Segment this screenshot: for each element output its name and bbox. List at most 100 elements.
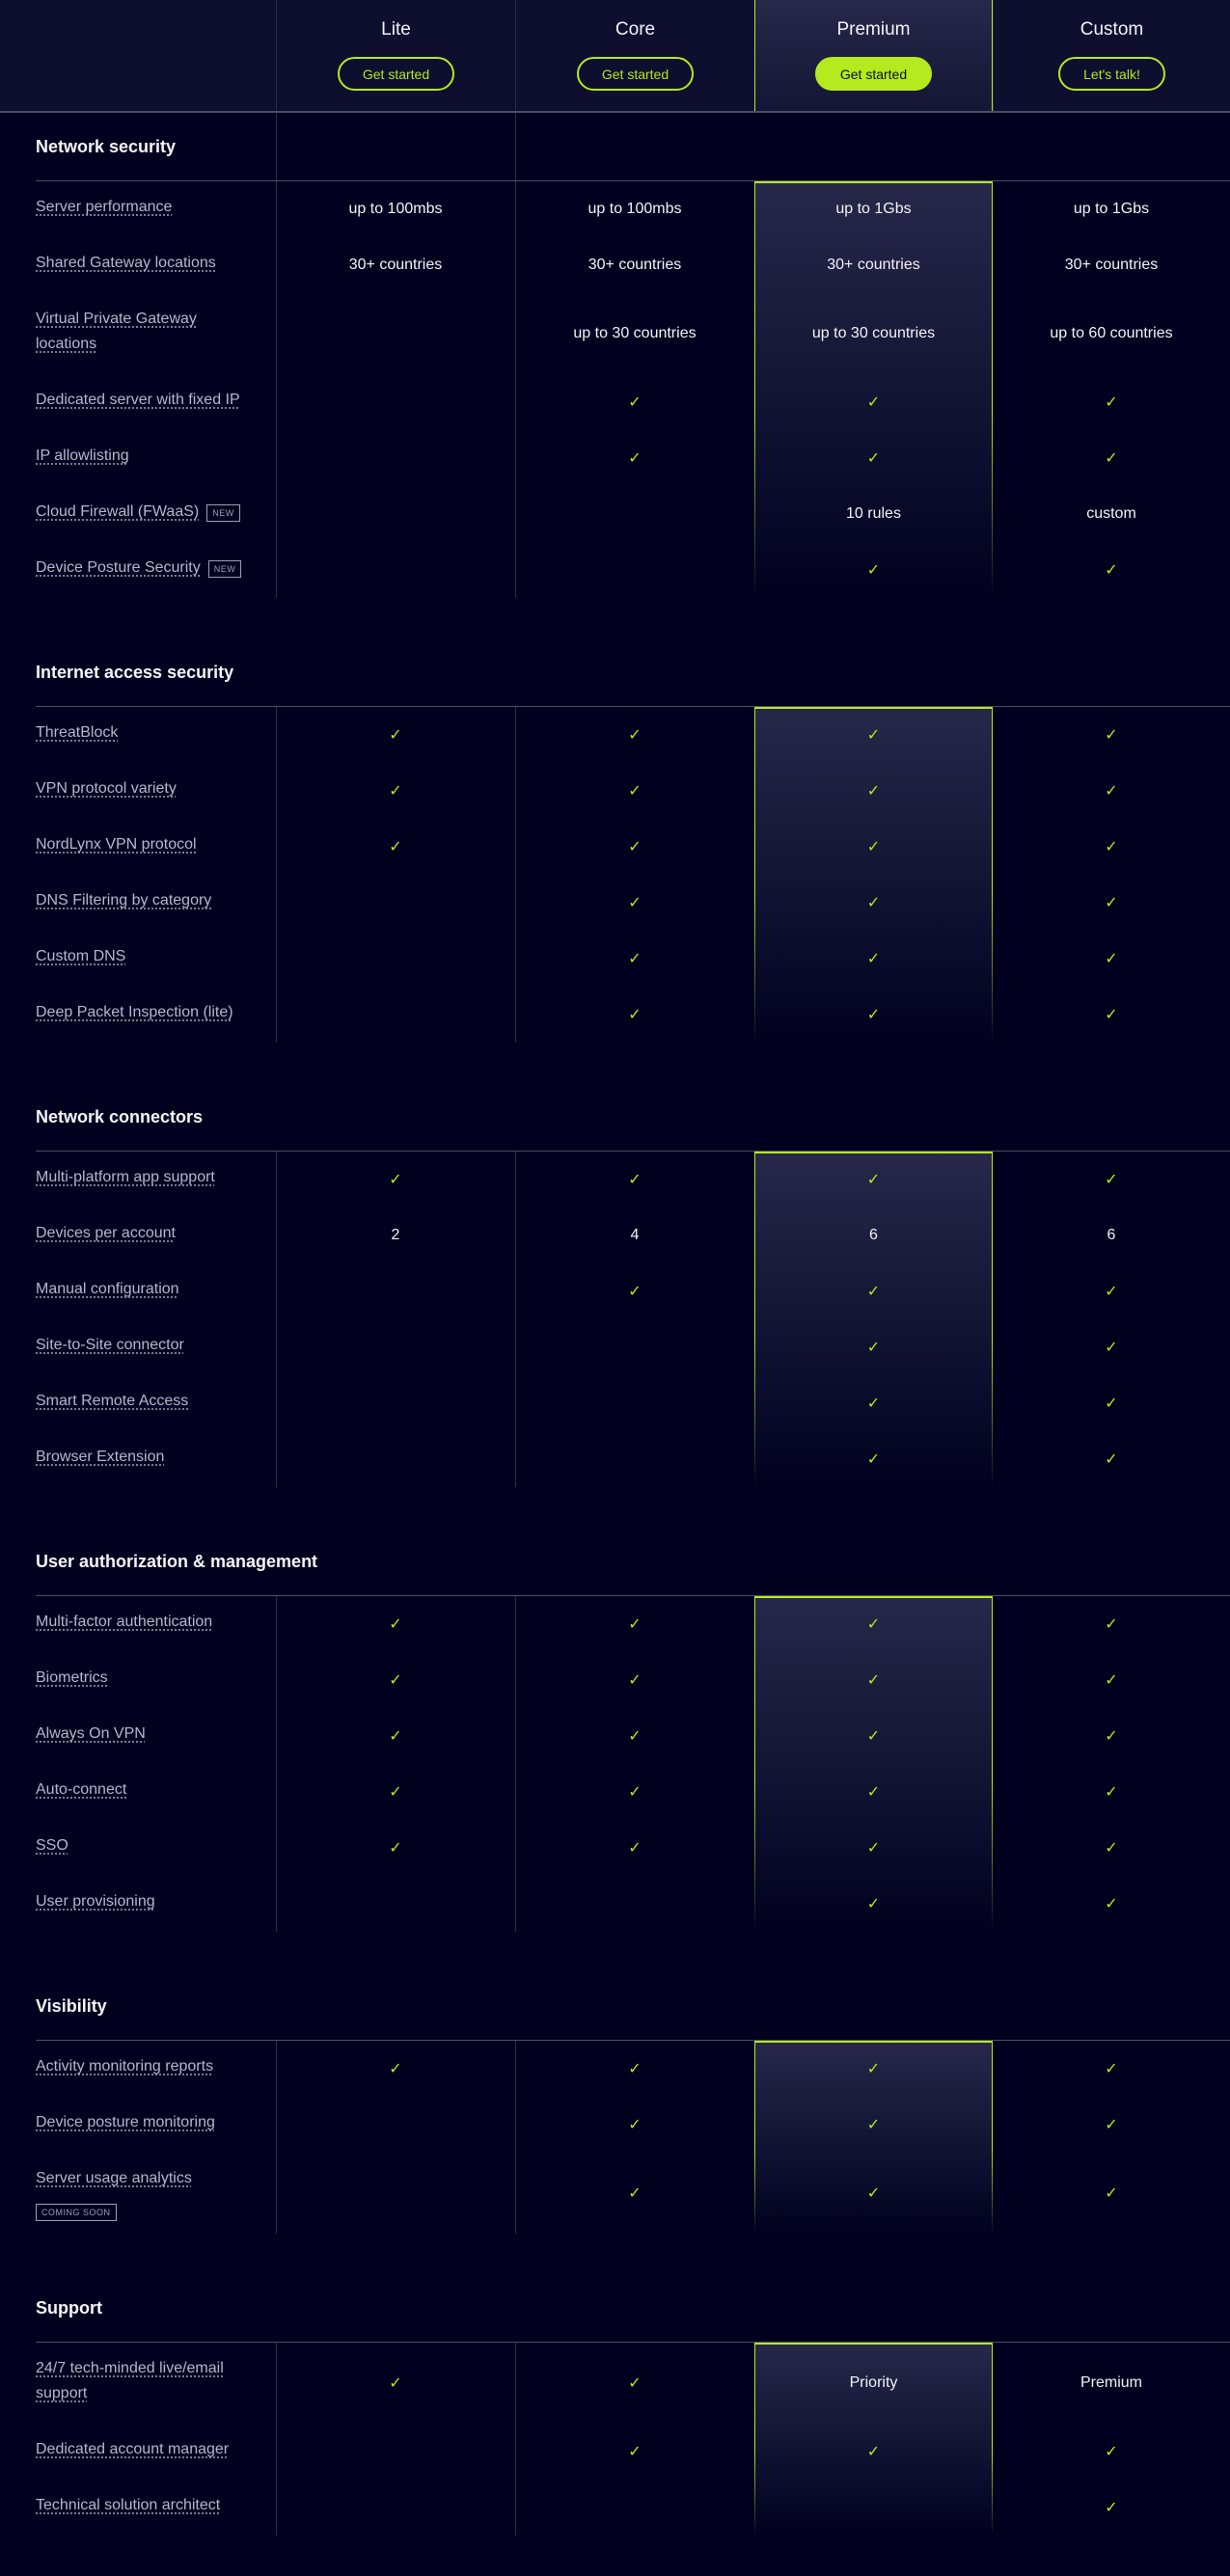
feature-label-devices-per-account[interactable]: Devices per account (36, 1221, 176, 1246)
value-cell-lite (276, 2097, 515, 2153)
value-cell-custom: ✓ (993, 2153, 1230, 2234)
value-text: 2 (391, 1227, 400, 1243)
feature-label-activity-monitoring-reports[interactable]: Activity monitoring reports (36, 2054, 213, 2079)
feature-cell: User provisioning (0, 1876, 276, 1932)
feature-label-always-on-vpn[interactable]: Always On VPN (36, 1722, 146, 1747)
feature-label-device-posture-monitoring[interactable]: Device posture monitoring (36, 2110, 215, 2135)
table-row: Always On VPN ✓ ✓ ✓ ✓ (0, 1708, 1230, 1764)
feature-label-dns-filtering-by-category[interactable]: DNS Filtering by category (36, 888, 211, 913)
value-cell-core: ✓ (515, 875, 754, 931)
table-row: Server performance up to 100mbs up to 100m… (0, 181, 1230, 237)
value-text: up to 30 countries (573, 325, 697, 341)
feature-label-site-to-site-connector[interactable]: Site-to-Site connector (36, 1333, 184, 1358)
feature-cell: Dedicated server with fixed IP (0, 374, 276, 430)
feature-label-user-provisioning[interactable]: User provisioning (36, 1889, 155, 1914)
new-badge: NEW (207, 560, 242, 578)
feature-label-cloud-firewall-fwaas[interactable]: Cloud Firewall (FWaaS) (36, 500, 199, 525)
value-cell-lite: ✓ (276, 1708, 515, 1764)
plan-name: Custom (1080, 19, 1144, 40)
feature-label-virtual-private-gateway-locations[interactable]: Virtual Private Gateway locations (36, 307, 248, 357)
feature-label-nordlynx-vpn-protocol[interactable]: NordLynx VPN protocol (36, 832, 197, 857)
feature-label-24-7-tech-minded-live-email-support[interactable]: 24/7 tech-minded live/email support (36, 2356, 248, 2406)
check-icon: ✓ (1105, 1172, 1118, 1188)
feature-label-biometrics[interactable]: Biometrics (36, 1666, 108, 1691)
value-cell-premium (754, 2480, 993, 2535)
check-icon: ✓ (628, 1840, 642, 1857)
value-cell-custom: ✓ (993, 819, 1230, 875)
check-icon: ✓ (866, 394, 881, 411)
value-cell-core: up to 100mbs (515, 181, 754, 237)
feature-label-custom-dns[interactable]: Custom DNS (36, 944, 125, 969)
feature-label-multi-factor-authentication[interactable]: Multi-factor authentication (36, 1610, 212, 1635)
check-icon: ✓ (389, 2061, 402, 2077)
table-row: Activity monitoring reports ✓ ✓ ✓ ✓ (0, 2041, 1230, 2097)
feature-label-multi-platform-app-support[interactable]: Multi-platform app support (36, 1165, 215, 1190)
value-cell-premium: ✓ (754, 430, 993, 486)
feature-label-shared-gateway-locations[interactable]: Shared Gateway locations (36, 251, 216, 276)
value-cell-premium: 10 rules (754, 486, 993, 542)
value-cell-custom: ✓ (993, 2480, 1230, 2535)
table-row: Cloud Firewall (FWaaS) NEW 10 rules custom (0, 486, 1230, 542)
feature-label-auto-connect[interactable]: Auto-connect (36, 1777, 126, 1803)
check-icon: ✓ (628, 839, 642, 855)
value-cell-premium: 6 (754, 1207, 993, 1263)
check-icon: ✓ (866, 1896, 881, 1912)
plan-cta-core[interactable]: Get started (576, 57, 695, 91)
section-rows: ThreatBlock ✓ ✓ ✓ ✓ VPN protocol variety ✓ ✓ ✓ ✓ N… (0, 707, 1230, 1043)
plan-name: Core (615, 19, 656, 40)
check-icon: ✓ (628, 1172, 642, 1188)
feature-label-device-posture-security[interactable]: Device Posture Security (36, 556, 201, 581)
check-icon: ✓ (866, 2061, 881, 2077)
feature-label-browser-extension[interactable]: Browser Extension (36, 1445, 164, 1470)
feature-label-deep-packet-inspection-lite[interactable]: Deep Packet Inspection (lite) (36, 1000, 233, 1025)
value-cell-premium: ✓ (754, 1820, 993, 1876)
section-title-row: Internet access security (0, 638, 1230, 706)
check-icon: ✓ (866, 2117, 881, 2133)
value-cell-custom: ✓ (993, 2097, 1230, 2153)
value-cell-custom: ✓ (993, 1820, 1230, 1876)
check-icon: ✓ (1105, 2185, 1118, 2202)
table-row: 24/7 tech-minded live/email support ✓ ✓ Pri… (0, 2343, 1230, 2424)
check-icon: ✓ (866, 1672, 881, 1689)
value-cell-core: ✓ (515, 2153, 754, 2234)
plan-cta-custom[interactable]: Let's talk! (1058, 57, 1165, 91)
check-icon: ✓ (1105, 394, 1118, 411)
table-row: ThreatBlock ✓ ✓ ✓ ✓ (0, 707, 1230, 763)
table-row: Smart Remote Access ✓ ✓ (0, 1375, 1230, 1431)
feature-cell: Device posture monitoring (0, 2097, 276, 2153)
feature-label-vpn-protocol-variety[interactable]: VPN protocol variety (36, 776, 177, 801)
value-text: up to 1Gbs (1073, 201, 1150, 217)
plan-header: Lite Get started Core Get started Premium Get… (0, 0, 1230, 113)
feature-label-dedicated-server-with-fixed-ip[interactable]: Dedicated server with fixed IP (36, 388, 240, 413)
check-icon: ✓ (628, 450, 642, 467)
plan-column-custom: Custom Let's talk! (993, 0, 1230, 111)
value-cell-core: ✓ (515, 763, 754, 819)
value-cell-core (515, 1876, 754, 1932)
feature-label-ip-allowlisting[interactable]: IP allowlisting (36, 444, 129, 469)
check-icon: ✓ (628, 394, 642, 411)
check-icon: ✓ (628, 1007, 642, 1023)
feature-label-manual-configuration[interactable]: Manual configuration (36, 1277, 179, 1302)
plan-name: Premium (836, 19, 911, 40)
feature-label-smart-remote-access[interactable]: Smart Remote Access (36, 1389, 188, 1414)
feature-cell: Shared Gateway locations (0, 237, 276, 293)
feature-label-technical-solution-architect[interactable]: Technical solution architect (36, 2493, 220, 2518)
feature-label-server-usage-analytics[interactable]: Server usage analytics (36, 2166, 192, 2191)
feature-label-server-performance[interactable]: Server performance (36, 195, 172, 220)
feature-label-threatblock[interactable]: ThreatBlock (36, 720, 118, 746)
plan-cta-premium[interactable]: Get started (814, 57, 933, 91)
section-title-row: Network connectors (0, 1083, 1230, 1151)
plan-cta-lite[interactable]: Get started (337, 57, 455, 91)
value-cell-premium: ✓ (754, 1152, 993, 1207)
check-icon: ✓ (866, 562, 881, 579)
check-icon: ✓ (866, 1616, 881, 1633)
value-cell-core: ✓ (515, 1152, 754, 1207)
value-cell-premium: ✓ (754, 763, 993, 819)
feature-label-sso[interactable]: SSO (36, 1833, 68, 1858)
value-cell-custom: ✓ (993, 931, 1230, 987)
check-icon: ✓ (389, 1672, 402, 1689)
feature-label-dedicated-account-manager[interactable]: Dedicated account manager (36, 2437, 229, 2462)
check-icon: ✓ (1105, 951, 1118, 967)
section-title: Internet access security (36, 662, 234, 682)
